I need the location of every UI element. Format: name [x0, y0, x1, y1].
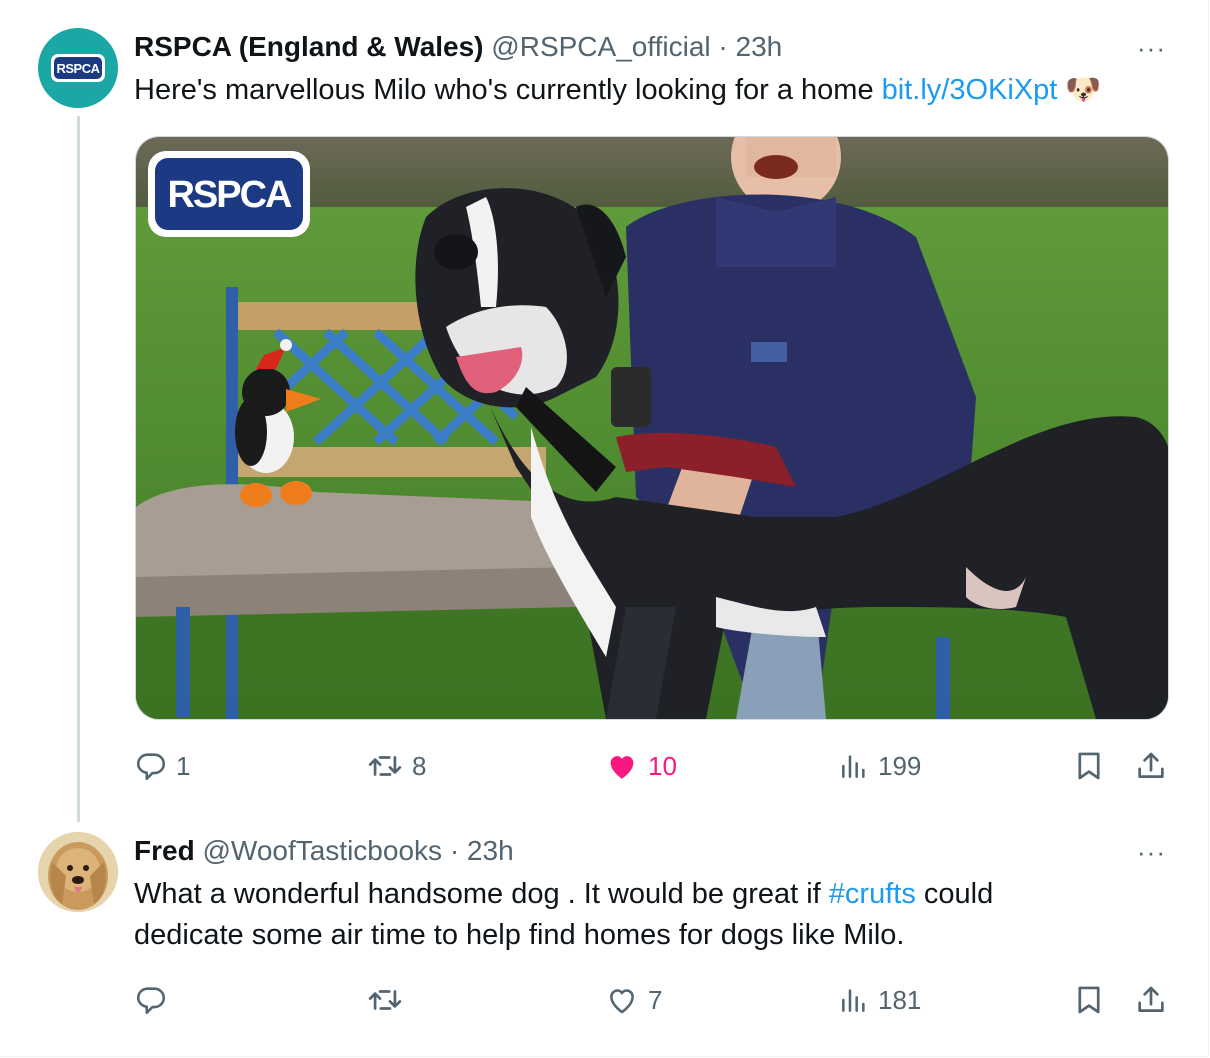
tweet-text-content: Here's marvellous Milo who's currently l…: [134, 74, 882, 106]
share-icon: [1138, 752, 1164, 778]
author-name[interactable]: RSPCA (England & Wales): [134, 31, 484, 62]
rspca-avatar[interactable]: RSPCA: [38, 28, 118, 108]
tweet-header: Fred @WoofTasticbooks · 23h: [134, 834, 514, 868]
bookmark-icon: [1078, 752, 1100, 780]
author-name[interactable]: Fred: [134, 835, 195, 866]
tweet-text-line-1: What a wonderful handsome dog . It would…: [134, 874, 993, 915]
separator-dot: ·: [718, 31, 728, 62]
reply-count: 1: [176, 750, 191, 781]
share-button[interactable]: [1134, 746, 1168, 786]
reply-button[interactable]: [134, 980, 176, 1020]
share-icon: [1138, 986, 1164, 1012]
tweet-rspca[interactable]: RSPCA RSPCA (England & Wales) @RSPCA_off…: [0, 0, 1210, 830]
tweet-fred[interactable]: Fred @WoofTasticbooks · 23h ··· What a w…: [0, 830, 1210, 1056]
views-count: 199: [878, 750, 922, 781]
tweet-text-content: What a wonderful handsome dog . It would…: [134, 878, 829, 910]
timestamp[interactable]: 23h: [736, 31, 783, 62]
bookmark-button[interactable]: [1072, 746, 1106, 786]
retweet-button[interactable]: 8: [366, 746, 426, 786]
tweet-media-photo[interactable]: RSPCA: [135, 136, 1169, 720]
like-count: 7: [648, 984, 663, 1015]
tweet-text-content: could: [915, 878, 994, 910]
bookmark-icon: [1078, 986, 1100, 1014]
tweet-header: RSPCA (England & Wales) @RSPCA_official …: [134, 30, 782, 64]
retweet-button[interactable]: [366, 980, 412, 1020]
views-icon: [842, 989, 865, 1012]
svg-text:RSPCA: RSPCA: [167, 174, 292, 216]
dog-avatar-icon: [38, 832, 118, 912]
tweet-link[interactable]: bit.ly/3OKiXpt: [882, 74, 1058, 106]
views-button[interactable]: 199: [838, 746, 921, 786]
tweet-text-line-2: dedicate some air time to help find home…: [134, 919, 905, 951]
reply-icon: [136, 987, 166, 1015]
fred-avatar[interactable]: [38, 832, 118, 912]
more-icon[interactable]: ···: [1137, 35, 1166, 61]
tweet-text: Here's marvellous Milo who's currently l…: [134, 70, 1102, 111]
author-handle[interactable]: @RSPCA_official: [491, 31, 710, 62]
share-button[interactable]: [1134, 980, 1168, 1020]
retweet-icon: [368, 756, 402, 776]
more-icon[interactable]: ···: [1137, 839, 1166, 865]
reply-button[interactable]: 1: [134, 746, 190, 786]
bookmark-button[interactable]: [1072, 980, 1106, 1020]
separator-dot: ·: [449, 835, 460, 866]
retweet-count: 8: [412, 750, 427, 781]
like-icon: [610, 756, 634, 779]
like-count: 10: [648, 750, 677, 781]
rspca-media-logo: RSPCA: [148, 151, 310, 237]
like-button[interactable]: 7: [604, 980, 662, 1020]
views-icon: [842, 755, 865, 778]
reply-icon: [136, 753, 166, 781]
views-button[interactable]: 181: [838, 980, 921, 1020]
retweet-icon: [368, 990, 402, 1010]
milo-photo: RSPCA: [136, 137, 1168, 719]
like-button[interactable]: 10: [604, 746, 677, 786]
timestamp[interactable]: 23h: [467, 835, 514, 866]
tweet-actions: 1 8 10 199: [134, 746, 1174, 786]
rspca-logo-icon: RSPCA: [51, 54, 105, 82]
svg-text:RSPCA: RSPCA: [56, 61, 100, 76]
tweet-text: What a wonderful handsome dog . It would…: [134, 874, 993, 956]
author-handle[interactable]: @WoofTasticbooks: [202, 835, 442, 866]
tweet-actions: 7 181: [134, 980, 1174, 1020]
hashtag-link[interactable]: #crufts: [829, 878, 916, 910]
like-icon: [610, 989, 634, 1014]
dog-emoji: 🐶: [1057, 74, 1102, 106]
views-count: 181: [878, 984, 922, 1015]
